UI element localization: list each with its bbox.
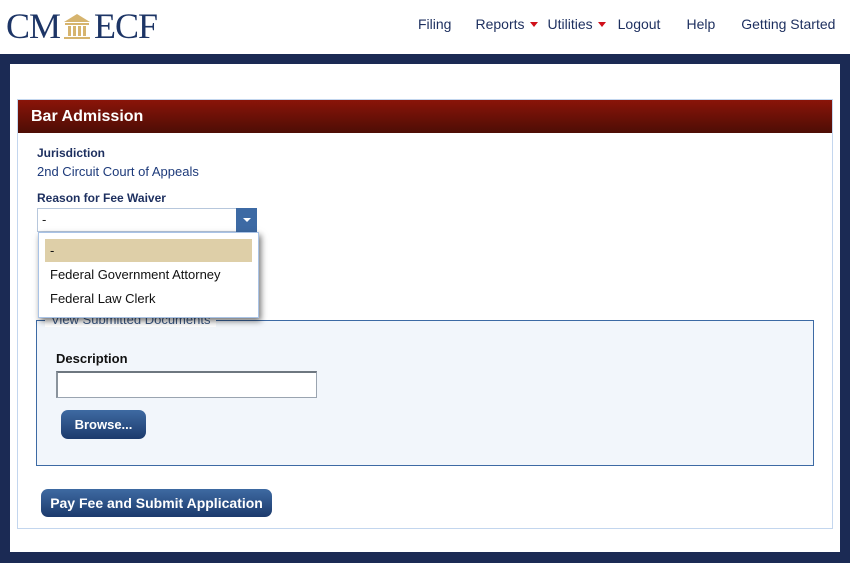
nav-getting-started-label: Getting Started [741,16,836,32]
description-input[interactable] [56,371,317,398]
nav-help[interactable]: Help [686,16,715,32]
jurisdiction-label: Jurisdiction [37,146,106,160]
caret-down-icon [529,21,538,27]
dropdown-option[interactable]: Federal Government Attorney [45,263,252,286]
chevron-down-icon [242,218,251,222]
browse-button[interactable]: Browse... [61,410,146,439]
pay-fee-submit-button[interactable]: Pay Fee and Submit Application [41,489,272,517]
panel-title: Bar Admission [18,100,832,133]
main-nav: Filing Reports Utilities Logout Help Get… [418,16,835,32]
content-area: Bar Admission Jurisdiction 2nd Circuit C… [10,64,840,552]
nav-filing-label: Filing [418,16,452,32]
caret-down-icon [597,21,606,27]
page-frame: Bar Admission Jurisdiction 2nd Circuit C… [0,54,850,563]
nav-logout[interactable]: Logout [618,16,661,32]
logo-text-right: ECF [94,6,158,46]
fee-waiver-select[interactable]: - [37,208,257,232]
fee-waiver-selected-value: - [42,212,47,227]
dropdown-option[interactable]: Federal Law Clerk [45,287,252,310]
nav-logout-label: Logout [617,16,661,32]
nav-utilities[interactable]: Utilities [548,16,606,32]
jurisdiction-value: 2nd Circuit Court of Appeals [37,164,199,179]
logo-text-left: CM [6,6,61,46]
bar-admission-panel: Bar Admission Jurisdiction 2nd Circuit C… [17,99,833,529]
nav-utilities-label: Utilities [547,16,593,32]
dropdown-toggle-button[interactable] [236,208,257,232]
nav-reports[interactable]: Reports [475,16,538,32]
nav-help-label: Help [686,16,716,32]
cmecf-logo[interactable]: CM ECF [6,6,158,46]
dropdown-option[interactable]: - [45,239,252,262]
nav-reports-label: Reports [475,16,525,32]
header: CM ECF Filing Reports Utilities Logout H… [0,0,850,54]
nav-filing[interactable]: Filing [418,16,451,32]
description-label: Description [56,351,128,366]
fee-waiver-label: Reason for Fee Waiver [37,191,166,205]
courthouse-icon [64,14,91,39]
nav-getting-started[interactable]: Getting Started [741,16,835,32]
submitted-documents-fieldset: View Submitted Documents Description Bro… [36,312,814,466]
fee-waiver-dropdown-list: - Federal Government Attorney Federal La… [38,232,259,318]
